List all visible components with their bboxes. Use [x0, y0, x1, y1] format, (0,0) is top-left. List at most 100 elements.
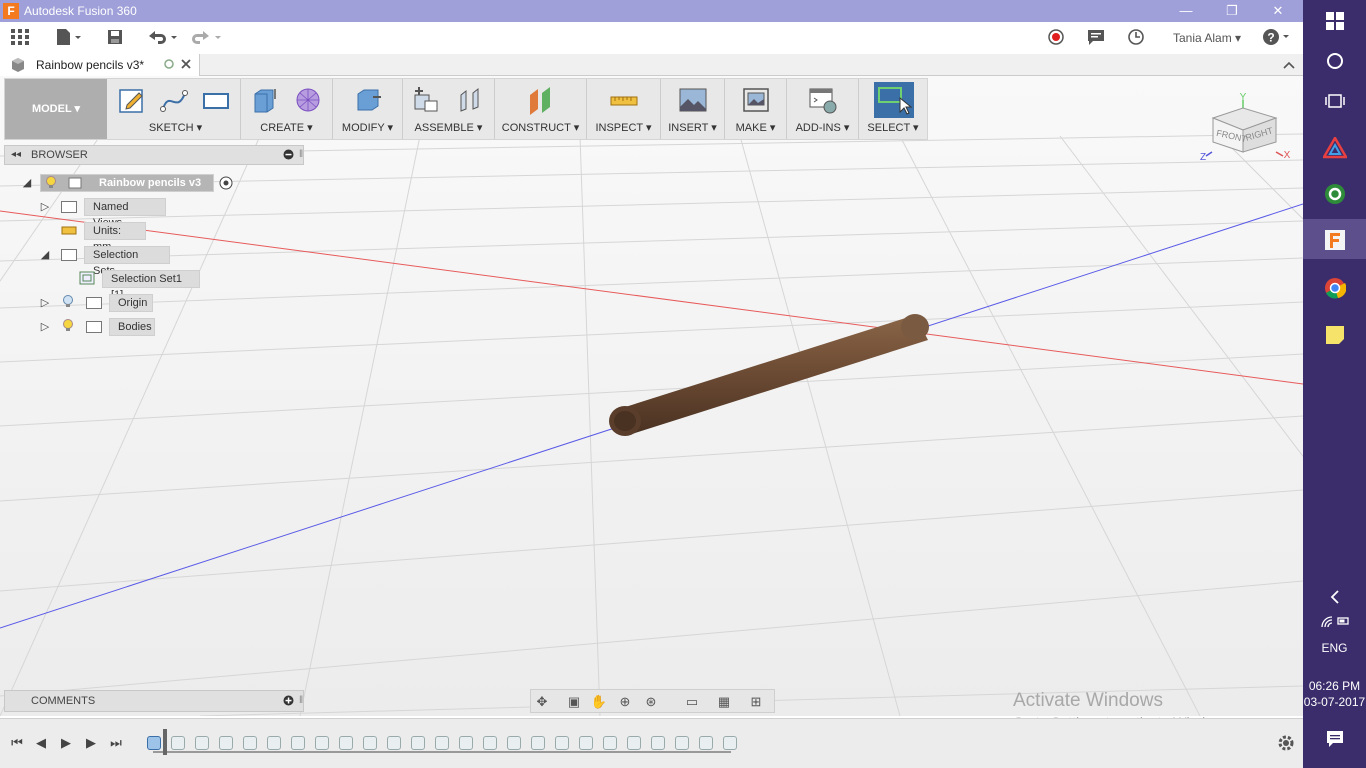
assemble-group[interactable]: ASSEMBLE ▾ [403, 79, 495, 139]
comments-resize-handle[interactable]: ‖ [299, 695, 303, 706]
autodesk-app-icon[interactable] [1303, 127, 1366, 167]
bodies-expand-icon[interactable]: ▷ [38, 320, 52, 334]
timeline-feature[interactable] [171, 736, 185, 750]
viewports-icon[interactable]: ⊞ [747, 693, 765, 711]
tree-node-selection-sets[interactable]: Selection Sets [84, 246, 170, 277]
inspect-group[interactable]: INSPECT ▾ [587, 79, 661, 139]
timeline-feature[interactable] [339, 736, 353, 750]
fit-zoom-window-icon[interactable]: ⊛ [642, 693, 660, 711]
data-panel-grid-icon[interactable] [10, 28, 30, 48]
tree-node-origin[interactable]: Origin [109, 294, 153, 312]
extrude-icon[interactable] [249, 85, 279, 115]
timeline-feature[interactable] [291, 736, 305, 750]
grammarly-app-icon[interactable] [1303, 173, 1366, 213]
canvas-viewport[interactable]: MODEL ▾ SKETCH ▾ CREATE ▾ MODIFY ▾ ASSEM… [0, 76, 1303, 716]
timeline-feature[interactable] [195, 736, 209, 750]
tree-node-units[interactable]: Units: mm [84, 222, 146, 253]
select-group[interactable]: SELECT ▾ [859, 79, 927, 139]
go-to-end-icon[interactable]: ⏭ [107, 734, 125, 752]
timeline-feature[interactable] [579, 736, 593, 750]
workspace-switcher[interactable]: MODEL ▾ [5, 79, 107, 139]
origin-expand-icon[interactable]: ▷ [38, 296, 52, 310]
addins-group[interactable]: ADD-INS ▾ [787, 79, 859, 139]
press-pull-icon[interactable] [353, 85, 383, 115]
orbit-icon[interactable]: ✥ [533, 693, 551, 711]
record-icon[interactable] [1047, 28, 1065, 48]
sketch-group[interactable]: SKETCH ▾ [111, 79, 241, 139]
timeline-feature[interactable] [507, 736, 521, 750]
tree-node-bodies[interactable]: Bodies [109, 318, 155, 336]
file-menu-icon[interactable] [55, 28, 83, 48]
timeline-feature[interactable] [435, 736, 449, 750]
visibility-lightbulb-icon[interactable] [45, 176, 57, 193]
select-tool-icon[interactable] [874, 82, 914, 118]
zoom-icon[interactable]: ⊕ [616, 693, 634, 711]
timeline-feature[interactable] [219, 736, 233, 750]
joint-icon[interactable] [455, 85, 485, 115]
system-clock[interactable]: 06:26 PM 03-07-2017 [1303, 678, 1366, 710]
tree-node-selection-set1[interactable]: Selection Set1 [1] [102, 270, 200, 301]
timeline-feature[interactable] [627, 736, 641, 750]
display-settings-icon[interactable]: ▭ [683, 693, 701, 711]
input-language[interactable]: ENG [1303, 628, 1366, 668]
timeline-feature[interactable] [651, 736, 665, 750]
notifications-icon[interactable] [1087, 28, 1105, 48]
new-component-icon[interactable] [411, 85, 441, 115]
user-account-menu[interactable]: Tania Alam ▾ [1173, 28, 1241, 48]
construct-group[interactable]: CONSTRUCT ▾ [495, 79, 587, 139]
go-to-start-icon[interactable]: ⏮ [8, 734, 26, 752]
modify-group[interactable]: MODIFY ▾ [333, 79, 403, 139]
measure-icon[interactable] [609, 85, 639, 115]
create-sketch-icon[interactable] [117, 85, 147, 115]
pan-hand-icon[interactable]: ✋ [590, 693, 608, 711]
redo-icon[interactable] [190, 28, 222, 48]
close-tab-icon[interactable] [180, 58, 192, 73]
cortana-search-icon[interactable] [1303, 40, 1366, 80]
scripts-addins-icon[interactable] [808, 85, 838, 115]
timeline-feature[interactable] [411, 736, 425, 750]
browser-panel-header[interactable]: ◂◂ BROWSER ‖ [4, 145, 304, 165]
step-back-icon[interactable]: ◀ [32, 734, 50, 752]
comments-panel-header[interactable]: COMMENTS ‖ [4, 690, 304, 712]
tree-root-node[interactable]: Rainbow pencils v3 [40, 174, 214, 192]
timeline-feature[interactable] [243, 736, 257, 750]
insert-image-icon[interactable] [678, 85, 708, 115]
timeline-settings-gear-icon[interactable] [1277, 734, 1295, 755]
document-tab[interactable]: Rainbow pencils v3* [0, 54, 200, 76]
make-3d-print-icon[interactable] [741, 85, 771, 115]
view-cube[interactable]: FRONT RIGHT Y X Z [1198, 92, 1293, 172]
sticky-notes-app-icon[interactable] [1303, 314, 1366, 354]
activate-component-icon[interactable] [219, 176, 233, 193]
timeline-feature[interactable] [699, 736, 713, 750]
origin-visibility-lightbulb-icon[interactable] [62, 295, 74, 312]
tree-node-named-views[interactable]: Named Views [84, 198, 166, 229]
collapse-browser-icon[interactable]: ◂◂ [11, 149, 21, 160]
insert-group[interactable]: INSERT ▾ [661, 79, 725, 139]
restore-button[interactable]: ❐ [1209, 0, 1255, 22]
task-view-icon[interactable] [1303, 80, 1366, 120]
minimize-button[interactable]: — [1163, 0, 1209, 22]
spline-icon[interactable] [159, 85, 189, 115]
step-forward-icon[interactable]: ▶ [82, 734, 100, 752]
play-icon[interactable]: ▶ [57, 734, 75, 752]
timeline-feature[interactable] [363, 736, 377, 750]
chrome-app-icon[interactable] [1303, 267, 1366, 307]
add-comment-icon[interactable] [283, 695, 294, 709]
timeline-feature[interactable] [387, 736, 401, 750]
job-status-icon[interactable] [1127, 28, 1145, 48]
windows-start-icon[interactable] [1303, 0, 1366, 40]
timeline-feature[interactable] [675, 736, 689, 750]
bodies-visibility-lightbulb-icon[interactable] [62, 319, 74, 336]
look-at-icon[interactable]: ▣ [565, 693, 583, 711]
help-button[interactable]: ? [1262, 28, 1292, 48]
timeline-feature[interactable] [483, 736, 497, 750]
timeline-feature[interactable] [603, 736, 617, 750]
named-views-expand-icon[interactable]: ▷ [38, 200, 52, 214]
rectangle-icon[interactable] [201, 85, 231, 115]
timeline-feature[interactable] [459, 736, 473, 750]
make-group[interactable]: MAKE ▾ [725, 79, 787, 139]
close-button[interactable]: ✕ [1255, 0, 1301, 22]
selection-sets-expand-icon[interactable]: ◢ [38, 248, 52, 262]
fusion360-taskbar-icon[interactable] [1303, 219, 1366, 259]
timeline-feature[interactable] [147, 736, 161, 750]
